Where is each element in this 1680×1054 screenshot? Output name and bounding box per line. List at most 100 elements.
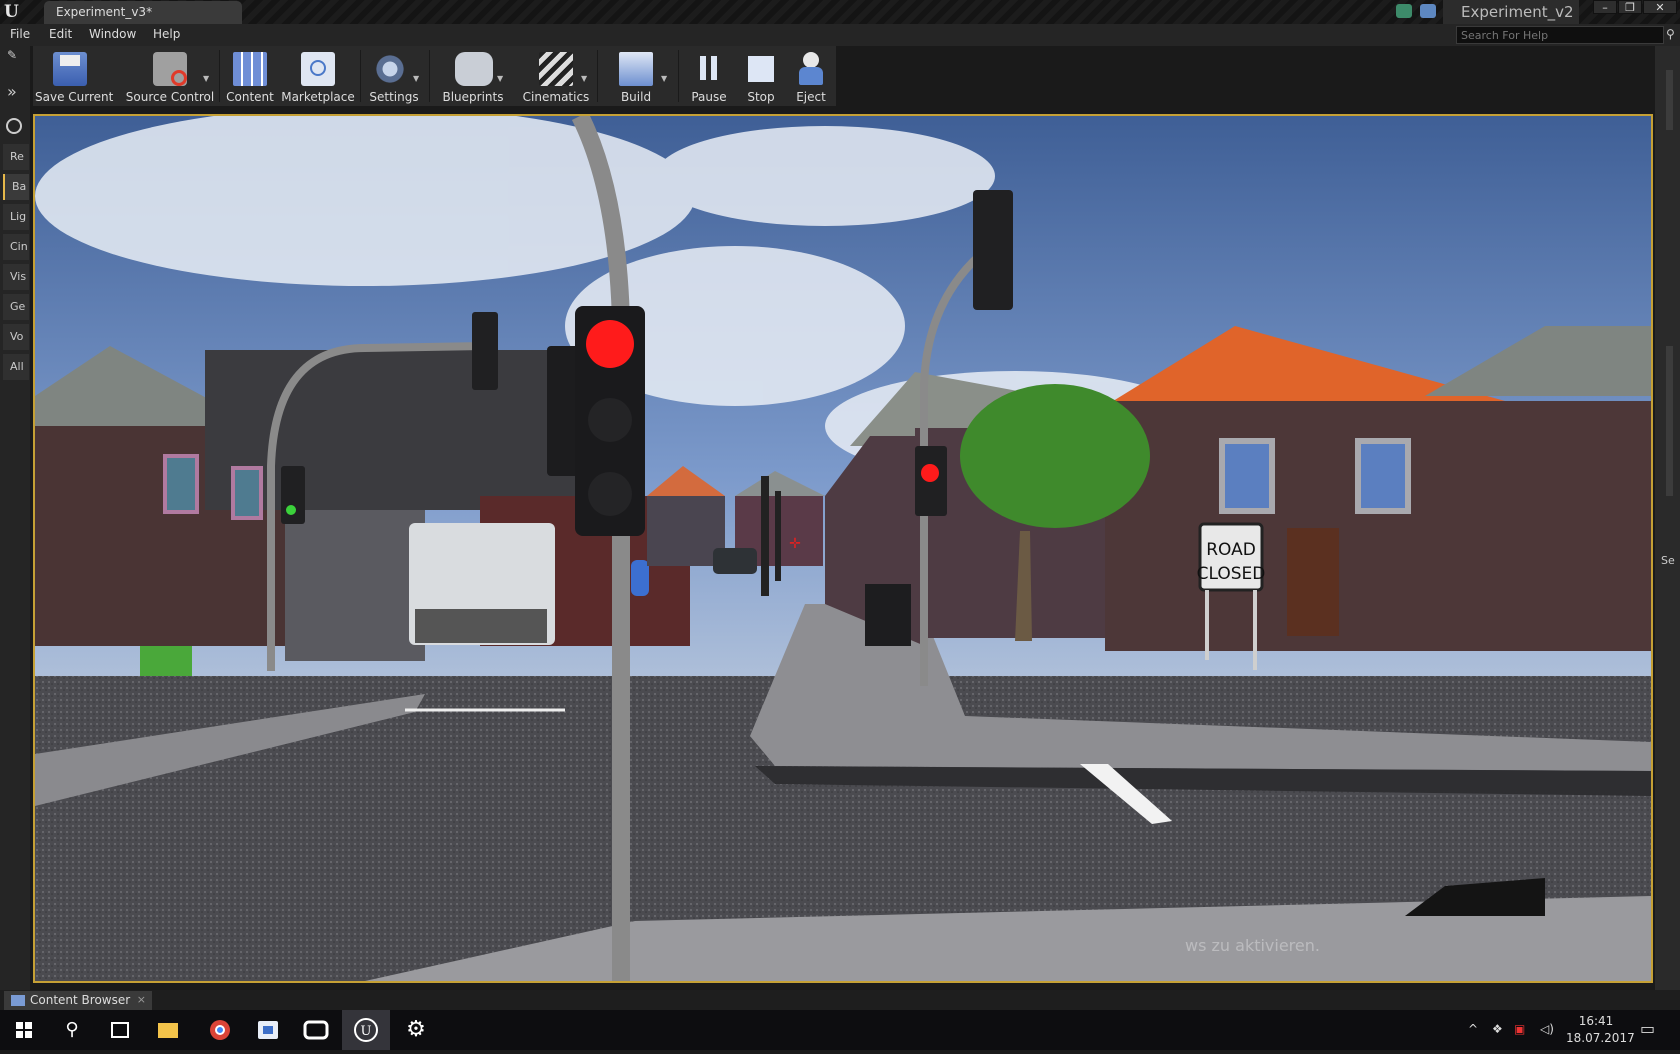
file-explorer-icon[interactable] [144, 1010, 192, 1050]
green-light [286, 505, 296, 515]
task-view-icon[interactable] [96, 1010, 144, 1050]
window [231, 466, 263, 520]
blueprints-dropdown-icon[interactable]: ▼ [497, 74, 507, 84]
right-traffic-light [973, 190, 1013, 310]
svg-text:U: U [361, 1024, 372, 1039]
content-button[interactable]: Content [223, 48, 277, 104]
door [1287, 528, 1339, 636]
document-tab[interactable]: Experiment_v3* [44, 1, 242, 24]
right-red-light [921, 464, 939, 482]
tray-expand-icon[interactable]: ^ [1468, 1022, 1478, 1036]
blue-car [631, 560, 649, 596]
unreal-editor-icon[interactable]: U [342, 1010, 390, 1050]
window [1355, 438, 1411, 514]
window [163, 454, 199, 514]
dropbox-icon[interactable]: ❖ [1492, 1022, 1503, 1036]
details-tab-label[interactable]: Se [1661, 554, 1675, 567]
menu-window[interactable]: Window [89, 27, 136, 41]
chat-icon[interactable] [1396, 4, 1412, 18]
road-sign-line2: CLOSED [1197, 564, 1266, 584]
separator [219, 50, 220, 102]
tree-crown [960, 384, 1150, 528]
clock-date: 18.07.2017 [1566, 1031, 1635, 1045]
separator [429, 50, 430, 102]
menu-file[interactable]: File [10, 27, 30, 41]
maximize-button[interactable]: ❐ [1618, 0, 1642, 14]
menu-bar: File Edit Window Help [0, 24, 1680, 46]
expand-icon[interactable]: » [7, 82, 17, 101]
separator [597, 50, 598, 102]
source-control-dropdown-icon[interactable]: ▼ [203, 74, 213, 84]
chrome-icon[interactable] [196, 1010, 244, 1050]
help-search-input[interactable] [1456, 26, 1664, 44]
activation-watermark: ws zu aktivieren. [1185, 936, 1320, 955]
close-window-button[interactable]: ✕ [1643, 0, 1677, 14]
trash-bin [865, 584, 911, 646]
eject-icon [794, 52, 828, 86]
truck-grille [415, 609, 547, 643]
content-browser-icon [11, 995, 25, 1006]
notifications-icon[interactable]: ▭ [1640, 1019, 1655, 1038]
stop-icon [744, 52, 778, 86]
settings-gear-icon[interactable]: ⚙ [392, 1010, 440, 1050]
near-amber-light [588, 398, 632, 442]
source-control-icon [153, 52, 187, 86]
build-blocks-icon [619, 52, 653, 86]
rail-item-all-classes[interactable]: All [3, 354, 29, 380]
near-red-light [586, 320, 634, 368]
search-icon[interactable]: ⚲ [48, 1010, 96, 1050]
left-traffic-light [472, 312, 498, 390]
network-icon[interactable]: ▣ [1514, 1022, 1525, 1036]
content-grid-icon [233, 52, 267, 86]
pause-icon [692, 52, 726, 86]
level-viewport[interactable]: ROAD CLOSED ✛ ws zu aktivieren. [33, 114, 1653, 983]
rail-item-basic[interactable]: Ba [3, 174, 29, 200]
minimize-button[interactable]: – [1593, 0, 1617, 14]
rail-item-volumes[interactable]: Vo [3, 324, 29, 350]
taskbar-clock[interactable]: 16:41 18.07.2017 [1566, 1013, 1635, 1047]
stop-button[interactable]: Stop [737, 48, 785, 104]
rail-item-cinematic[interactable]: Cin [3, 234, 29, 260]
oculus-icon[interactable] [292, 1010, 340, 1050]
start-windows-icon[interactable] [0, 1010, 48, 1050]
sign-post [1253, 590, 1257, 670]
scrollbar[interactable] [1666, 70, 1673, 130]
cinematics-dropdown-icon[interactable]: ▼ [581, 74, 591, 84]
settings-dropdown-icon[interactable]: ▼ [413, 74, 423, 84]
scrollbar-thumb[interactable] [1666, 346, 1673, 496]
rail-item-geometry[interactable]: Ge [3, 294, 29, 320]
wrench-icon[interactable]: ✎ [7, 48, 17, 62]
distant-car [713, 548, 757, 574]
app-icon[interactable] [244, 1010, 292, 1050]
rail-item-recent[interactable]: Re [3, 144, 29, 170]
learn-icon[interactable] [1420, 4, 1436, 18]
volume-icon[interactable]: ◁) [1540, 1022, 1554, 1036]
near-green-light [588, 472, 632, 516]
bottom-tab-bar: Content Browser × [0, 990, 1680, 1010]
place-mode-icon[interactable] [6, 118, 22, 134]
road-sign-line1: ROAD [1206, 540, 1256, 560]
rail-item-lights[interactable]: Lig [3, 204, 29, 230]
separator [360, 50, 361, 102]
taskbar: ⚲ U ⚙ ^ ❖ ▣ ◁) 16:41 18.07.2017 ▭ [0, 1010, 1680, 1050]
details-panel-collapsed: Se [1655, 46, 1680, 990]
toolbar: Save Current Source Control ▼ Content Ma… [33, 46, 836, 106]
blueprints-gamepad-icon [455, 52, 493, 86]
modes-panel: ✎ » Re Ba Lig Cin Vis Ge Vo All [0, 46, 30, 990]
separator [678, 50, 679, 102]
menu-edit[interactable]: Edit [49, 27, 72, 41]
pause-button[interactable]: Pause [683, 48, 735, 104]
close-tab-icon[interactable]: × [137, 993, 146, 1006]
window [1219, 438, 1275, 514]
save-current-button[interactable]: Save Current [35, 48, 113, 104]
title-bar: U Experiment_v3* Experiment_v2 – ❐ ✕ [0, 0, 1680, 24]
rail-item-visual-effects[interactable]: Vis [3, 264, 29, 290]
save-icon [53, 52, 87, 86]
content-browser-tab[interactable]: Content Browser × [4, 991, 152, 1010]
eject-button[interactable]: Eject [787, 48, 835, 104]
menu-help[interactable]: Help [153, 27, 180, 41]
marketplace-button[interactable]: Marketplace [281, 48, 355, 104]
build-dropdown-icon[interactable]: ▼ [661, 74, 671, 84]
search-icon[interactable]: ⚲ [1666, 27, 1678, 41]
scene-render: ROAD CLOSED ✛ [35, 116, 1651, 981]
